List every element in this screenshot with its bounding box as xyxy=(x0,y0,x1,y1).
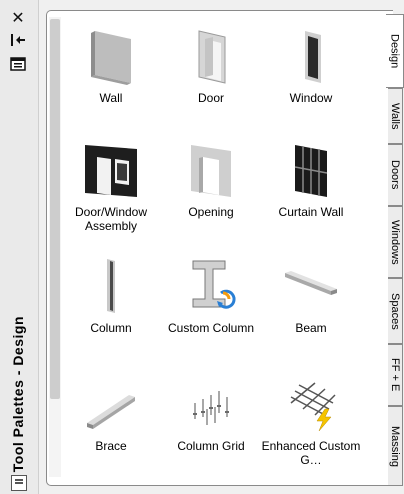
tool-label: Door xyxy=(197,91,224,105)
tab-windows[interactable]: Windows xyxy=(388,206,403,278)
tab-doors[interactable]: Doors xyxy=(388,144,403,206)
tab-ff-e[interactable]: FF + E xyxy=(388,344,403,406)
opening-icon xyxy=(191,145,231,197)
tool-custom-column[interactable]: Custom Column xyxy=(161,255,261,335)
close-icon[interactable]: ✕ xyxy=(8,8,28,28)
tab-walls[interactable]: Walls xyxy=(388,88,403,144)
palette-title: Tool Palettes - Design xyxy=(10,315,26,472)
tool-label: Custom Column xyxy=(167,321,255,335)
tool-label: Opening xyxy=(188,205,234,219)
tool-enhanced-custom-grid[interactable]: Enhanced Custom G… xyxy=(261,373,361,467)
tool-label: Curtain Wall xyxy=(278,205,344,219)
tool-label: Column Grid xyxy=(177,439,245,453)
tool-label: Column xyxy=(90,321,132,335)
tool-brace[interactable]: Brace xyxy=(61,373,161,453)
column-icon xyxy=(107,259,115,313)
tool-column-grid[interactable]: Column Grid xyxy=(161,373,261,453)
tool-door[interactable]: Door xyxy=(161,25,261,105)
beam-icon xyxy=(285,271,337,295)
tool-opening[interactable]: Opening xyxy=(161,139,261,219)
tool-window[interactable]: Window xyxy=(261,25,361,105)
custom-column-icon xyxy=(192,260,236,309)
tool-column[interactable]: Column xyxy=(61,255,161,335)
palette-title-bar[interactable]: ✕ Tool Palettes - Design xyxy=(0,0,39,494)
properties-icon[interactable] xyxy=(8,54,28,74)
tool-label: Enhanced Custom G… xyxy=(261,439,361,467)
window-icon xyxy=(305,31,321,83)
enhanced-custom-grid-icon xyxy=(290,382,336,432)
palette-tab-strip: Design Walls Doors Windows Spaces FF + E… xyxy=(386,14,404,494)
tab-massing[interactable]: Massing xyxy=(388,406,403,486)
tool-label: Brace xyxy=(95,439,127,453)
door-window-assembly-icon xyxy=(85,145,137,197)
palette-menu-icon[interactable] xyxy=(11,475,27,491)
tool-label: Beam xyxy=(295,321,327,335)
tool-palette-window: ✕ Tool Palettes - Design Wall Door Windo… xyxy=(0,0,404,494)
tool-grid-panel: Wall Door Window Door/Window Assembly Op… xyxy=(46,10,393,486)
tab-spaces[interactable]: Spaces xyxy=(388,278,403,344)
tool-wall[interactable]: Wall xyxy=(61,25,161,105)
door-icon xyxy=(198,30,226,84)
tool-door-window-assembly[interactable]: Door/Window Assembly xyxy=(61,139,161,233)
tool-label: Wall xyxy=(99,91,123,105)
brace-icon xyxy=(87,395,135,429)
tool-label: Door/Window Assembly xyxy=(74,205,148,233)
vertical-scrollbar[interactable] xyxy=(49,17,61,477)
wall-icon xyxy=(91,31,131,85)
tool-label: Window xyxy=(289,91,333,105)
tool-curtain-wall[interactable]: Curtain Wall xyxy=(261,139,361,219)
column-grid-icon xyxy=(193,391,229,425)
tab-design[interactable]: Design xyxy=(386,14,404,88)
scrollbar-thumb[interactable] xyxy=(50,19,60,399)
tool-beam[interactable]: Beam xyxy=(261,255,361,335)
curtain-wall-icon xyxy=(294,145,328,197)
auto-hide-icon[interactable] xyxy=(8,30,28,50)
